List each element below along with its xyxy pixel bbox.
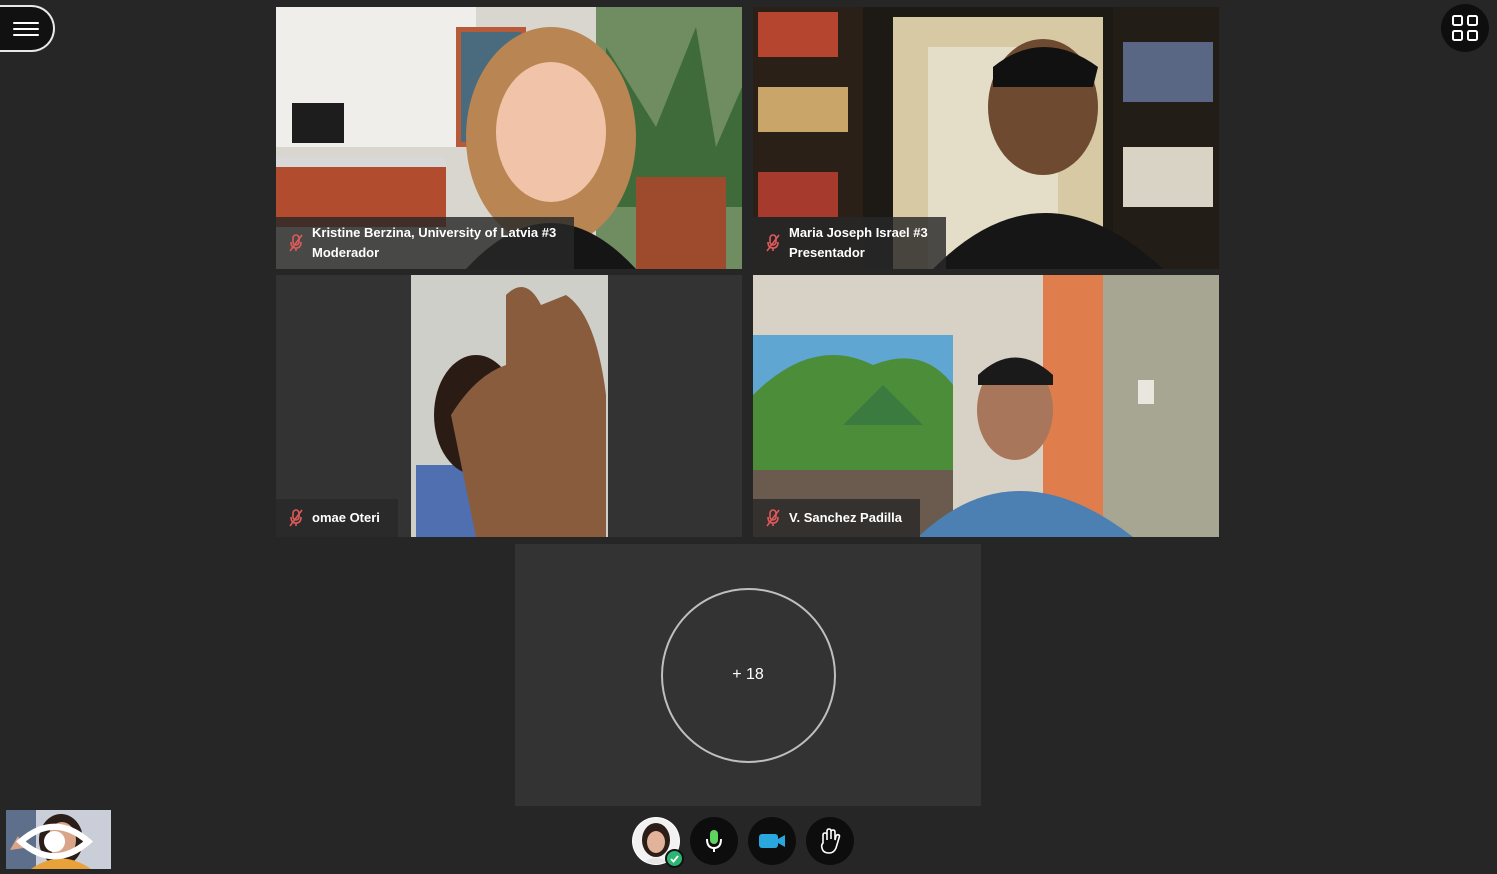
participant-name: V. Sanchez Padilla: [789, 510, 902, 525]
participant-video-tile[interactable]: V. Sanchez Padilla: [753, 275, 1219, 537]
collaborate-session: Kristine Berzina, University of Latvia #…: [0, 0, 1497, 874]
session-controls: [632, 817, 854, 868]
participant-video-tile[interactable]: omae Oteri: [276, 275, 742, 537]
eye-icon[interactable]: [6, 812, 107, 869]
participant-video: [276, 275, 742, 537]
microphone-muted-icon: [766, 234, 780, 252]
more-participants-button[interactable]: + 18: [660, 587, 836, 763]
grid-layout-button[interactable]: [1441, 4, 1489, 52]
status-available-icon: [665, 849, 684, 868]
microphone-button[interactable]: [690, 817, 738, 865]
more-participants-tile: + 18: [515, 544, 981, 806]
participant-name-tag: Kristine Berzina, University of Latvia #…: [276, 217, 575, 269]
participant-video-tile[interactable]: Kristine Berzina, University of Latvia #…: [276, 7, 742, 269]
participant-name-tag: V. Sanchez Padilla: [753, 499, 920, 537]
participant-name: Maria Joseph Israel #3: [789, 225, 928, 240]
participant-role: Moderador: [312, 245, 380, 260]
session-menu-button[interactable]: [0, 5, 55, 52]
participant-video: [753, 275, 1219, 537]
participant-role: Presentador: [789, 245, 865, 260]
my-status-button[interactable]: [632, 817, 684, 868]
participant-name: omae Oteri: [312, 510, 380, 525]
microphone-muted-icon: [289, 234, 303, 252]
participant-name-tag: omae Oteri: [276, 499, 398, 537]
video-camera-icon: [759, 834, 785, 848]
microphone-muted-icon: [289, 509, 303, 527]
self-view-video[interactable]: [6, 810, 111, 869]
participant-video-tile[interactable]: Maria Joseph Israel #3 Presentador: [753, 7, 1219, 269]
camera-button[interactable]: [748, 817, 796, 865]
microphone-icon: [706, 830, 722, 852]
more-participants-count: + 18: [732, 666, 764, 683]
microphone-muted-icon: [766, 509, 780, 527]
hamburger-icon: [12, 21, 39, 36]
raise-hand-button[interactable]: [806, 817, 854, 865]
grid-layout-icon: [1452, 15, 1478, 41]
participant-name: Kristine Berzina, University of Latvia #…: [312, 225, 557, 240]
raise-hand-icon: [820, 828, 841, 854]
participant-name-tag: Maria Joseph Israel #3 Presentador: [753, 217, 946, 269]
